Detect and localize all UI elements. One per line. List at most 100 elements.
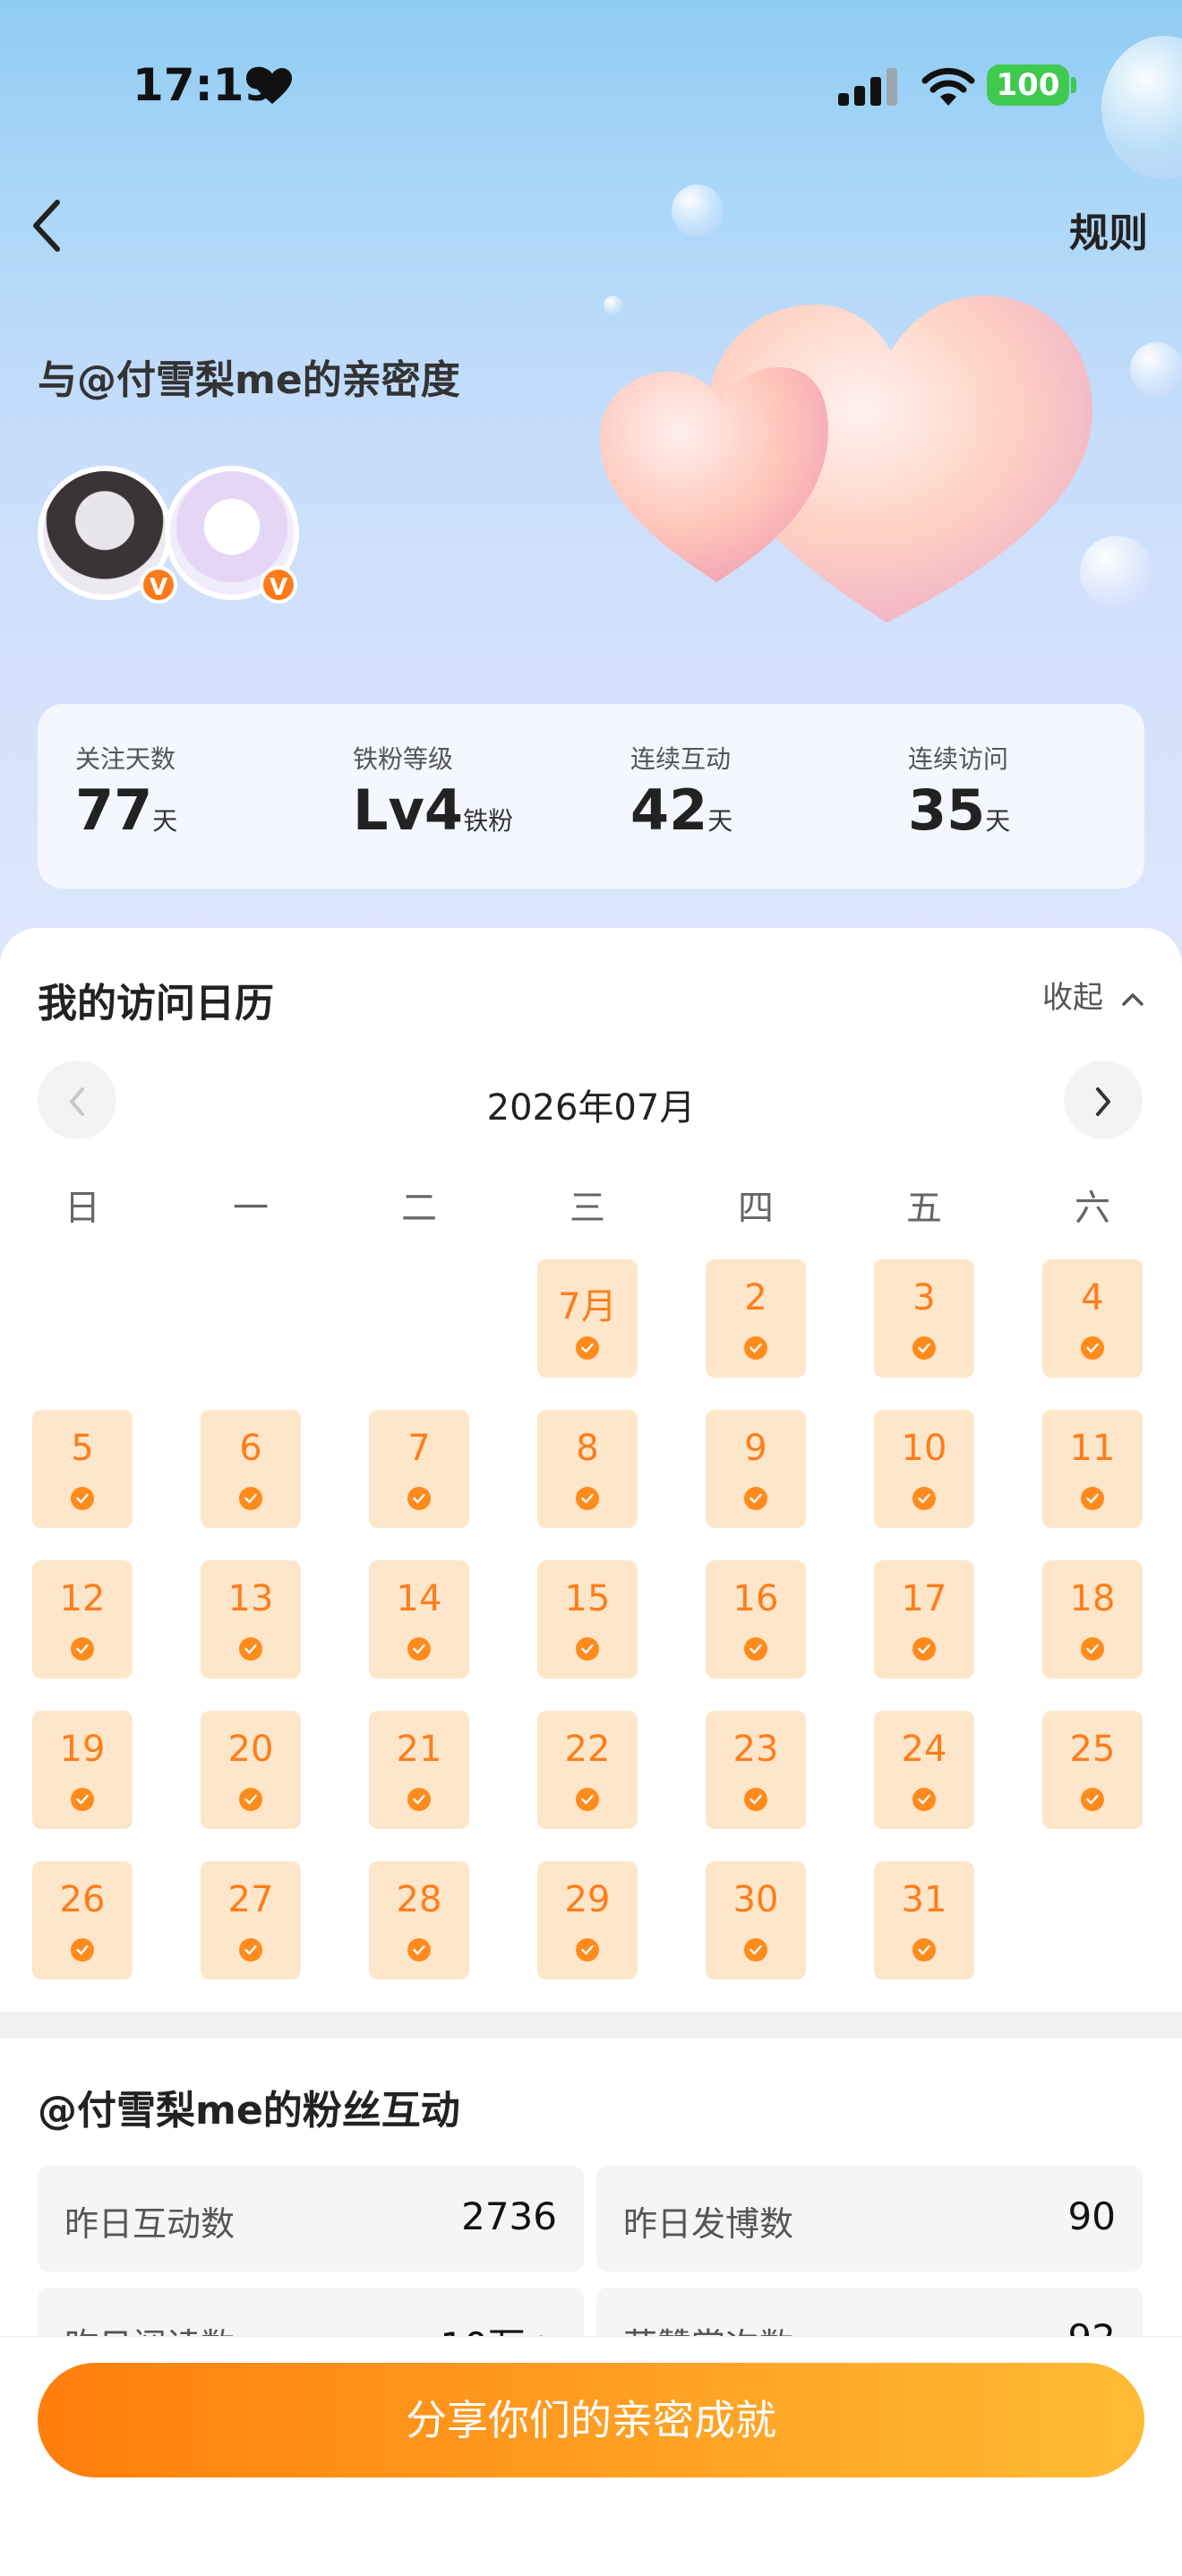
checkmark-icon (576, 1938, 599, 1962)
calendar-day[interactable]: 27 (201, 1861, 301, 1979)
calendar-day[interactable]: 23 (706, 1711, 806, 1829)
stat-interaction-streak: 连续互动 42天 (630, 740, 732, 838)
next-month-button[interactable] (1064, 1060, 1143, 1139)
checkmark-icon (912, 1788, 936, 1811)
calendar-day[interactable]: 16 (706, 1560, 806, 1679)
calendar-day[interactable]: 12 (32, 1560, 133, 1679)
stat-unit: 天 (152, 806, 178, 836)
calendar-day[interactable]: 10 (874, 1410, 974, 1528)
weekday-label: 六 (1075, 1188, 1110, 1229)
collapse-label: 收起 (1042, 980, 1103, 1016)
calendar-day[interactable]: 17 (874, 1560, 974, 1679)
weekday-label: 五 (906, 1188, 942, 1229)
checkmark-icon (576, 1637, 599, 1661)
calendar-day[interactable]: 13 (201, 1560, 301, 1679)
calendar-day[interactable]: 28 (369, 1861, 469, 1979)
checkmark-icon (576, 1487, 599, 1510)
checkmark-icon (1081, 1487, 1104, 1510)
checkmark-icon (744, 1487, 767, 1510)
calendar-day-number: 2 (744, 1277, 767, 1318)
hearts-illustration (600, 296, 1092, 623)
calendar-day-number: 6 (239, 1428, 262, 1469)
calendar-day[interactable]: 14 (369, 1560, 469, 1679)
calendar-day[interactable]: 8 (537, 1410, 638, 1528)
calendar-day[interactable]: 21 (369, 1711, 469, 1829)
calendar-day[interactable]: 9 (706, 1410, 806, 1528)
calendar-day-number: 9 (744, 1428, 767, 1469)
calendar-day[interactable]: 29 (537, 1861, 638, 1979)
weekday-label: 一 (233, 1188, 269, 1229)
calendar-day-number: 17 (901, 1578, 947, 1619)
fan-stat-cell: 昨日发博数 90 (596, 2166, 1143, 2271)
stat-value: 35 (908, 777, 986, 843)
battery-indicator: 100 (987, 64, 1069, 106)
calendar-day[interactable]: 18 (1042, 1560, 1143, 1679)
stat-label: 关注天数 (75, 744, 176, 774)
checkmark-icon (912, 1487, 936, 1510)
calendar-day[interactable]: 15 (537, 1560, 638, 1679)
calendar-day-number: 3 (912, 1277, 936, 1318)
calendar-day-number: 31 (901, 1879, 947, 1920)
calendar-day[interactable]: 22 (537, 1711, 638, 1829)
verified-badge-icon: V (260, 566, 297, 604)
wifi-icon (921, 67, 975, 106)
rules-link[interactable]: 规则 (1069, 201, 1148, 258)
calendar-day-number: 7 (407, 1428, 431, 1469)
calendar-day[interactable]: 5 (32, 1410, 133, 1528)
calendar-title: 我的访问日历 (38, 981, 274, 1026)
calendar-day-number: 7月 (558, 1286, 617, 1327)
checkmark-icon (239, 1487, 262, 1510)
checkmark-icon (1081, 1637, 1104, 1661)
calendar-day-number: 24 (901, 1729, 947, 1770)
calendar-day[interactable]: 25 (1042, 1711, 1143, 1829)
weekday-label: 三 (570, 1188, 605, 1229)
chevron-up-icon (1122, 992, 1143, 1006)
calendar-day[interactable]: 7月 (537, 1259, 638, 1378)
checkmark-icon (407, 1938, 431, 1962)
stat-value: 42 (630, 777, 708, 843)
calendar-day-number: 26 (59, 1879, 106, 1920)
checkmark-icon (239, 1788, 262, 1811)
stat-label: 连续访问 (908, 744, 1009, 774)
collapse-button[interactable]: 收起 (1042, 973, 1145, 1017)
fan-stat-value: 2736 (461, 2194, 557, 2238)
stat-follow-days: 关注天数 77天 (75, 740, 177, 838)
calendar-day[interactable]: 26 (32, 1861, 133, 1979)
section-divider (0, 2012, 1182, 2039)
checkmark-icon (744, 1938, 767, 1962)
calendar-day-number: 14 (396, 1578, 442, 1619)
calendar-day-number: 20 (227, 1729, 274, 1770)
calendar-day[interactable]: 2 (706, 1259, 806, 1378)
checkmark-icon (912, 1938, 936, 1962)
calendar-day[interactable]: 11 (1042, 1410, 1143, 1528)
share-achievement-button[interactable]: 分享你们的亲密成就 (38, 2363, 1144, 2477)
weekday-label: 日 (64, 1188, 100, 1229)
checkmark-icon (239, 1637, 262, 1661)
checkmark-icon (407, 1788, 431, 1811)
calendar-day[interactable]: 20 (201, 1711, 301, 1829)
calendar-day[interactable]: 4 (1042, 1259, 1143, 1378)
stat-label: 连续互动 (630, 744, 732, 774)
calendar-day[interactable]: 19 (32, 1711, 133, 1829)
calendar-day[interactable]: 3 (874, 1259, 974, 1378)
fan-stat-label: 昨日发博数 (623, 2204, 794, 2244)
calendar-day[interactable]: 7 (369, 1410, 469, 1528)
weekday-label: 四 (738, 1188, 774, 1229)
calendar-day-number: 21 (396, 1729, 442, 1770)
checkmark-icon (912, 1336, 936, 1360)
calendar-day-number: 29 (564, 1879, 611, 1920)
fan-stat-cell: 昨日互动数 2736 (38, 2166, 584, 2271)
weekday-label: 二 (401, 1188, 437, 1229)
checkmark-icon (912, 1637, 936, 1661)
back-arrow-icon[interactable] (27, 197, 66, 254)
calendar-day-number: 18 (1069, 1578, 1116, 1619)
calendar-day[interactable]: 6 (201, 1410, 301, 1528)
calendar-day-number: 15 (564, 1578, 611, 1619)
checkmark-icon (744, 1788, 767, 1811)
stat-unit: 天 (707, 806, 733, 836)
calendar-day[interactable]: 24 (874, 1711, 974, 1829)
fan-stat-label: 昨日互动数 (64, 2204, 236, 2244)
calendar-day[interactable]: 30 (706, 1861, 806, 1979)
decor-bubble (1130, 342, 1182, 396)
calendar-day[interactable]: 31 (874, 1861, 974, 1979)
